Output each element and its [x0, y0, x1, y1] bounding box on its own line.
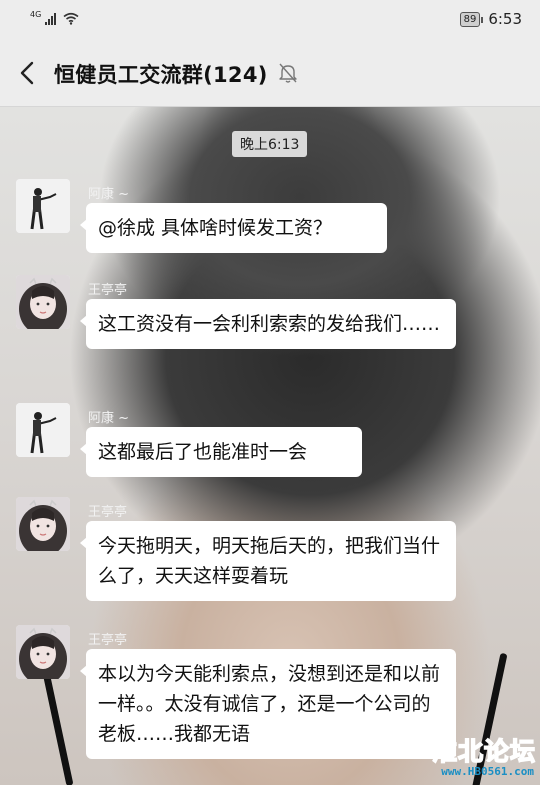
watermark-url: www.HB0561.com	[441, 765, 534, 778]
wifi-icon	[63, 12, 79, 25]
avatar[interactable]	[16, 497, 70, 551]
time-divider: 晚上6:13	[232, 131, 308, 157]
status-left: 4G	[30, 11, 79, 25]
mute-bell-icon	[279, 63, 297, 83]
status-right: 89 6:53	[459, 10, 522, 28]
avatar[interactable]	[16, 625, 70, 679]
sender-name: 阿康 ~	[88, 187, 130, 202]
sender-name: 王亭亭	[88, 633, 128, 648]
signal-icon	[45, 13, 57, 25]
network-type: 4G	[30, 10, 42, 19]
chat-area[interactable]: 晚上6:13 阿康 ~ @徐成 具体啥时候发工资？ 王亭亭 这工资没有一会利利索…	[0, 107, 540, 785]
back-icon[interactable]	[12, 56, 46, 90]
avatar[interactable]	[16, 275, 70, 329]
sender-name: 王亭亭	[88, 283, 128, 298]
page-title: 恒健员工交流群(124)	[54, 63, 268, 87]
watermark-title: 淮北论坛	[431, 736, 536, 767]
message-bubble[interactable]: 这工资没有一会利利索索的发给我们……	[80, 299, 456, 349]
forum-watermark: 淮北论坛 www.HB0561.com	[406, 730, 540, 785]
battery-icon: 89	[459, 11, 484, 27]
message-bubble[interactable]: @徐成 具体啥时候发工资？	[80, 203, 387, 253]
message-bubble[interactable]: 今天拖明天，明天拖后天的，把我们当什么了，天天这样耍着玩	[80, 521, 456, 601]
sender-name: 王亭亭	[88, 505, 128, 520]
message-bubble[interactable]: 这都最后了也能准时一会	[80, 427, 362, 477]
avatar[interactable]	[16, 403, 70, 457]
status-bar: 4G 89 6:53	[0, 0, 540, 40]
message-bubble[interactable]: 本以为今天能利索点，没想到还是和以前一样。。太没有诚信了，还是一个公司的老板………	[80, 649, 456, 759]
chat-header: 恒健员工交流群(124)	[0, 40, 540, 107]
sender-name: 阿康 ~	[88, 411, 130, 426]
clock: 6:53	[488, 10, 522, 28]
avatar[interactable]	[16, 179, 70, 233]
